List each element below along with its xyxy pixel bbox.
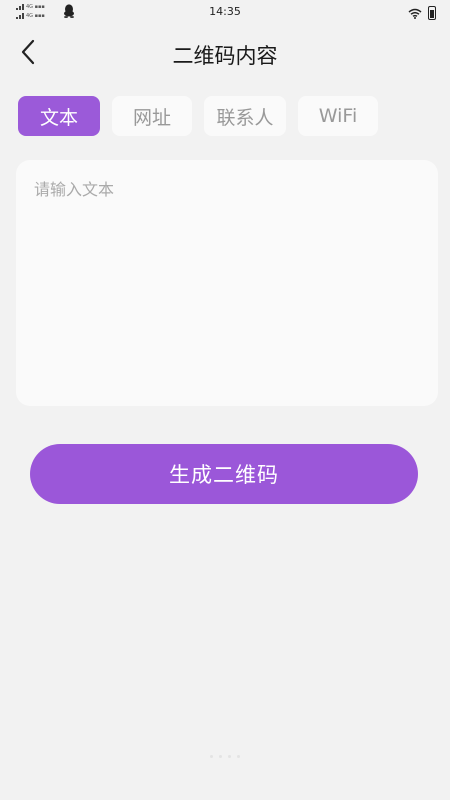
wifi-icon <box>408 8 422 19</box>
status-right <box>408 6 436 20</box>
status-bar: 4G ▪▪▪ 4G ▪▪▪ 14:35 <box>0 0 450 24</box>
text-input-card <box>16 160 438 406</box>
generate-qr-button[interactable]: 生成二维码 <box>30 444 418 504</box>
nav-bar: 二维码内容 <box>0 24 450 80</box>
tab-contact[interactable]: 联系人 <box>204 96 286 136</box>
screen: 4G ▪▪▪ 4G ▪▪▪ 14:35 二维码内容 文本 网址 联系人 WiFi… <box>0 0 450 800</box>
page-indicator <box>0 755 450 758</box>
type-tabs: 文本 网址 联系人 WiFi <box>18 96 378 136</box>
tab-url[interactable]: 网址 <box>112 96 192 136</box>
page-title: 二维码内容 <box>172 44 278 68</box>
tab-text[interactable]: 文本 <box>18 96 100 136</box>
status-time: 14:35 <box>209 5 241 18</box>
battery-icon <box>428 6 436 20</box>
tab-wifi[interactable]: WiFi <box>298 96 378 136</box>
text-input[interactable] <box>16 160 438 406</box>
